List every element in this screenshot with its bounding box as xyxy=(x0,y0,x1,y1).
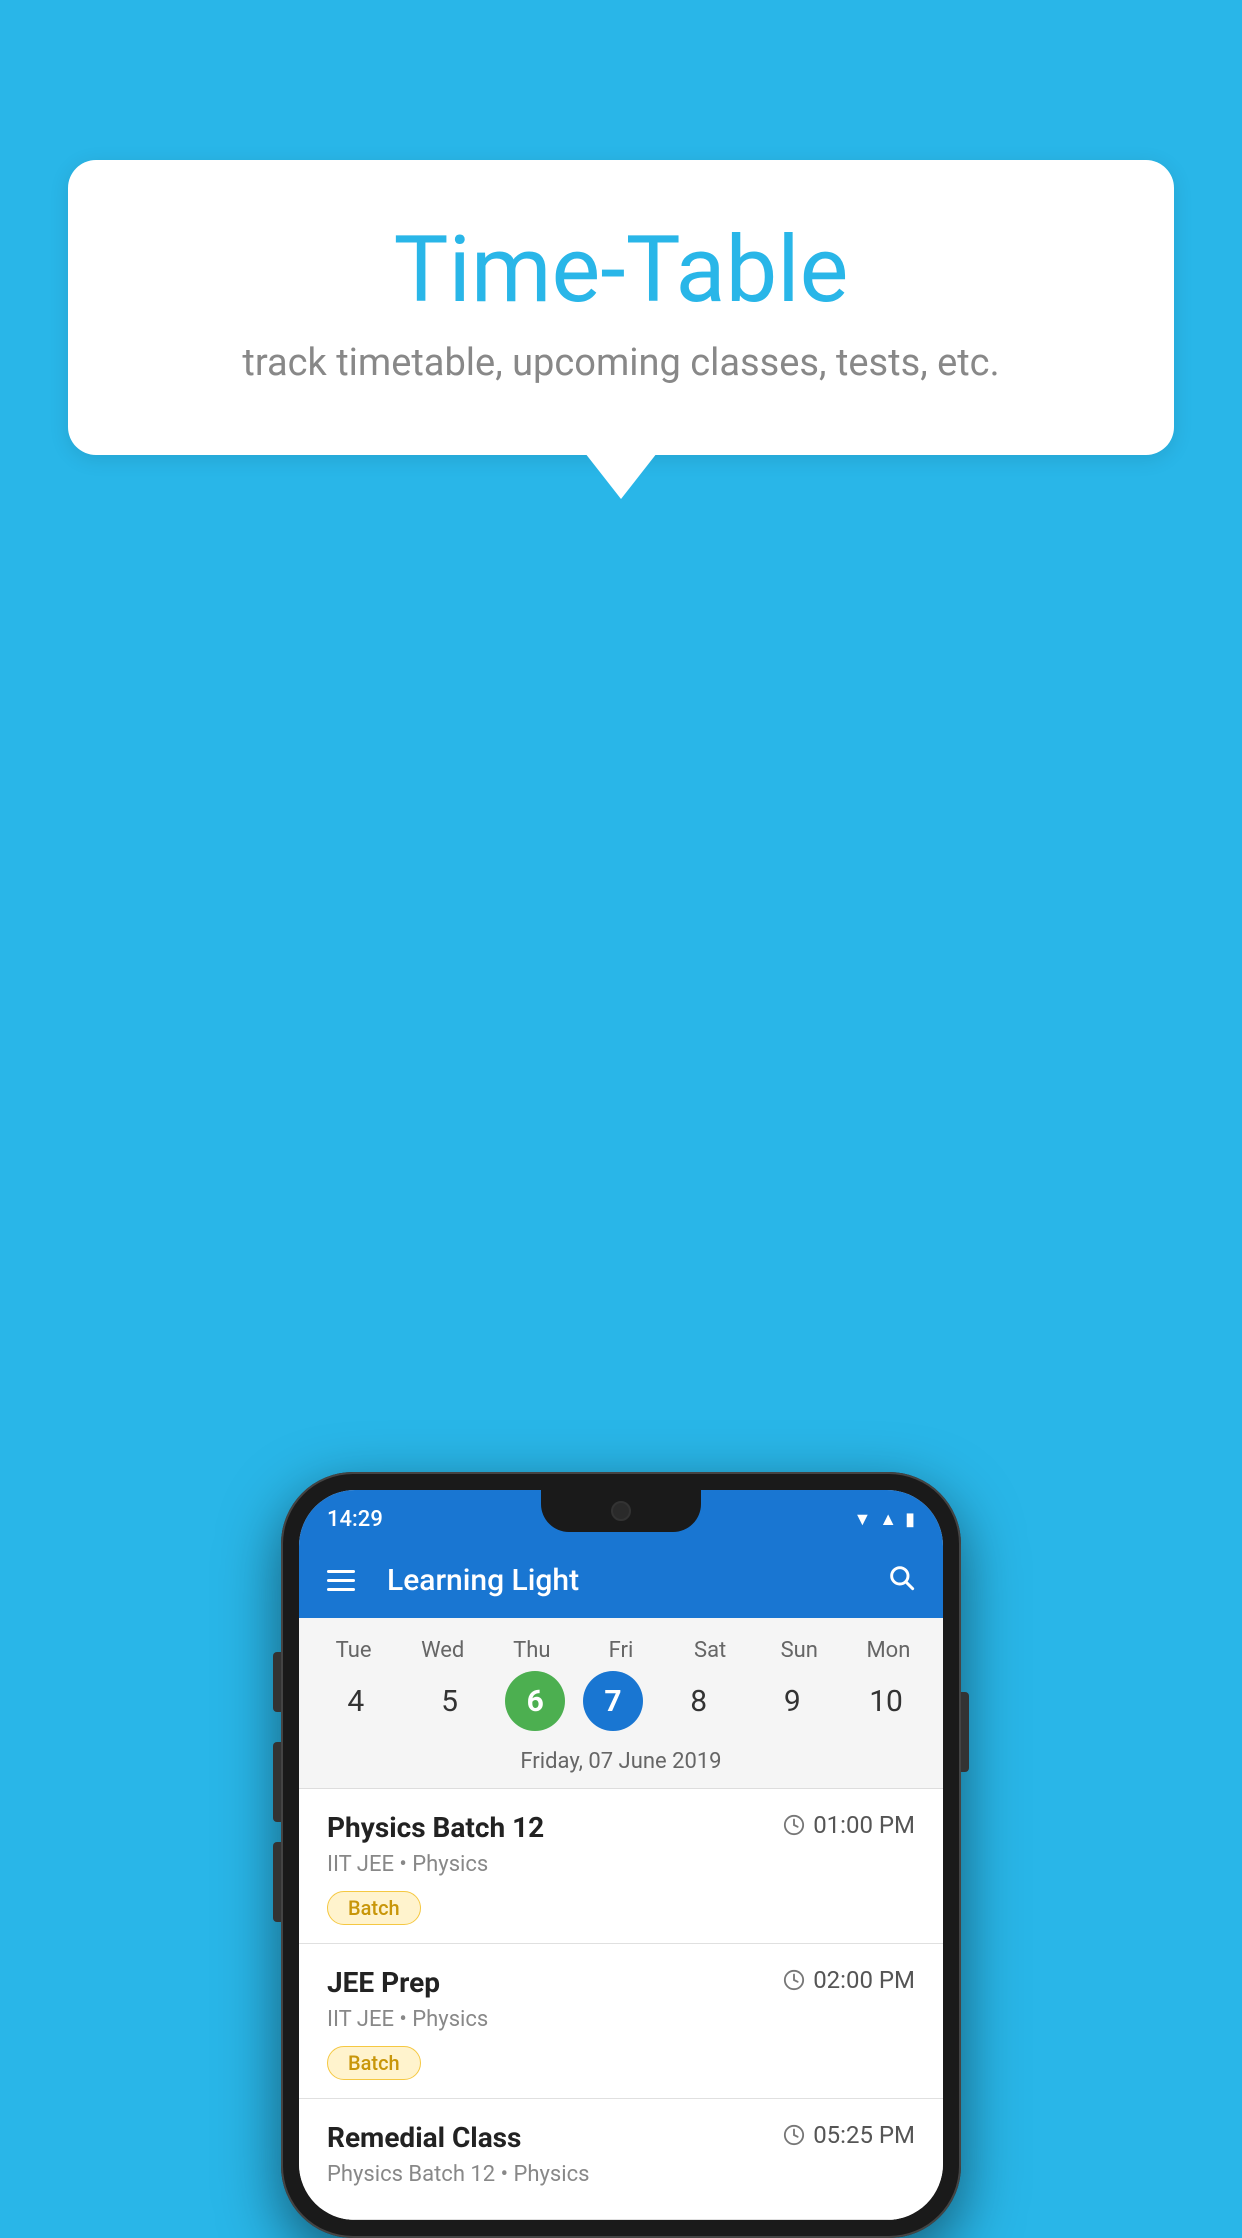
status-time: 14:29 xyxy=(327,1507,383,1532)
tooltip-card: Time-Table track timetable, upcoming cla… xyxy=(68,160,1174,455)
schedule-item-2[interactable]: JEE Prep 02:00 PM IIT JEE • Physics Batc… xyxy=(299,1944,943,2099)
phone-mockup: 14:29 ▼ ▲ ▮ Learning Light xyxy=(281,1472,961,2238)
search-button[interactable] xyxy=(887,1563,915,1598)
clock-icon-1 xyxy=(783,1814,805,1836)
signal-icon: ▲ xyxy=(879,1509,897,1530)
day-label-sun: Sun xyxy=(761,1638,837,1663)
phone-volume-up-button xyxy=(273,1742,281,1822)
selected-date-label: Friday, 07 June 2019 xyxy=(299,1743,943,1788)
tooltip-title: Time-Table xyxy=(148,220,1094,321)
schedule-item-1[interactable]: Physics Batch 12 01:00 PM IIT JEE • Phys… xyxy=(299,1789,943,1944)
day-label-sat: Sat xyxy=(672,1638,748,1663)
phone-camera xyxy=(611,1501,631,1521)
day-num-9[interactable]: 9 xyxy=(754,1671,830,1731)
phone-power-button xyxy=(961,1692,969,1772)
tooltip-subtitle: track timetable, upcoming classes, tests… xyxy=(148,341,1094,385)
day-num-5[interactable]: 5 xyxy=(412,1671,488,1731)
app-bar: Learning Light xyxy=(299,1542,943,1618)
menu-button[interactable] xyxy=(327,1570,355,1591)
schedule-item-1-badge: Batch xyxy=(327,1891,421,1925)
phone-shell: 14:29 ▼ ▲ ▮ Learning Light xyxy=(281,1472,961,2238)
phone-screen: 14:29 ▼ ▲ ▮ Learning Light xyxy=(299,1490,943,2220)
day-nums-row: 4 5 6 7 8 9 10 xyxy=(299,1667,943,1743)
schedule-item-3[interactable]: Remedial Class 05:25 PM Physics Batch 12… xyxy=(299,2099,943,2220)
day-num-10[interactable]: 10 xyxy=(848,1671,924,1731)
hamburger-line-3 xyxy=(327,1588,355,1591)
calendar-strip: Tue Wed Thu Fri Sat Sun Mon 4 5 6 7 8 9 … xyxy=(299,1618,943,1789)
day-num-8[interactable]: 8 xyxy=(661,1671,737,1731)
day-label-fri: Fri xyxy=(583,1638,659,1663)
schedule-item-3-sub: Physics Batch 12 • Physics xyxy=(327,2162,915,2187)
schedule-item-2-header: JEE Prep 02:00 PM xyxy=(327,1966,915,1999)
day-num-6-today[interactable]: 6 xyxy=(505,1671,565,1731)
hamburger-line-2 xyxy=(327,1579,355,1582)
wifi-icon: ▼ xyxy=(853,1509,871,1530)
status-icons: ▼ ▲ ▮ xyxy=(853,1509,915,1530)
schedule-item-3-time: 05:25 PM xyxy=(783,2121,915,2149)
app-bar-title: Learning Light xyxy=(387,1563,863,1598)
schedule-item-2-title: JEE Prep xyxy=(327,1966,440,1999)
day-label-tue: Tue xyxy=(316,1638,392,1663)
schedule-item-2-time: 02:00 PM xyxy=(783,1966,915,1994)
day-num-7-selected[interactable]: 7 xyxy=(583,1671,643,1731)
phone-mute-button xyxy=(273,1652,281,1712)
day-num-4[interactable]: 4 xyxy=(318,1671,394,1731)
phone-notch xyxy=(541,1490,701,1532)
schedule-item-3-title: Remedial Class xyxy=(327,2121,521,2154)
day-label-wed: Wed xyxy=(405,1638,481,1663)
day-label-thu: Thu xyxy=(494,1638,570,1663)
schedule-item-2-badge: Batch xyxy=(327,2046,421,2080)
schedule-item-3-header: Remedial Class 05:25 PM xyxy=(327,2121,915,2154)
schedule-item-1-title: Physics Batch 12 xyxy=(327,1811,544,1844)
battery-icon: ▮ xyxy=(905,1509,915,1530)
clock-icon-2 xyxy=(783,1969,805,1991)
schedule-item-1-header: Physics Batch 12 01:00 PM xyxy=(327,1811,915,1844)
hamburger-line-1 xyxy=(327,1570,355,1573)
schedule-item-2-sub: IIT JEE • Physics xyxy=(327,2007,915,2032)
phone-volume-down-button xyxy=(273,1842,281,1922)
clock-icon-3 xyxy=(783,2124,805,2146)
schedule-item-1-sub: IIT JEE • Physics xyxy=(327,1852,915,1877)
schedule-item-1-time: 01:00 PM xyxy=(783,1811,915,1839)
day-label-mon: Mon xyxy=(850,1638,926,1663)
day-labels-row: Tue Wed Thu Fri Sat Sun Mon xyxy=(299,1628,943,1667)
